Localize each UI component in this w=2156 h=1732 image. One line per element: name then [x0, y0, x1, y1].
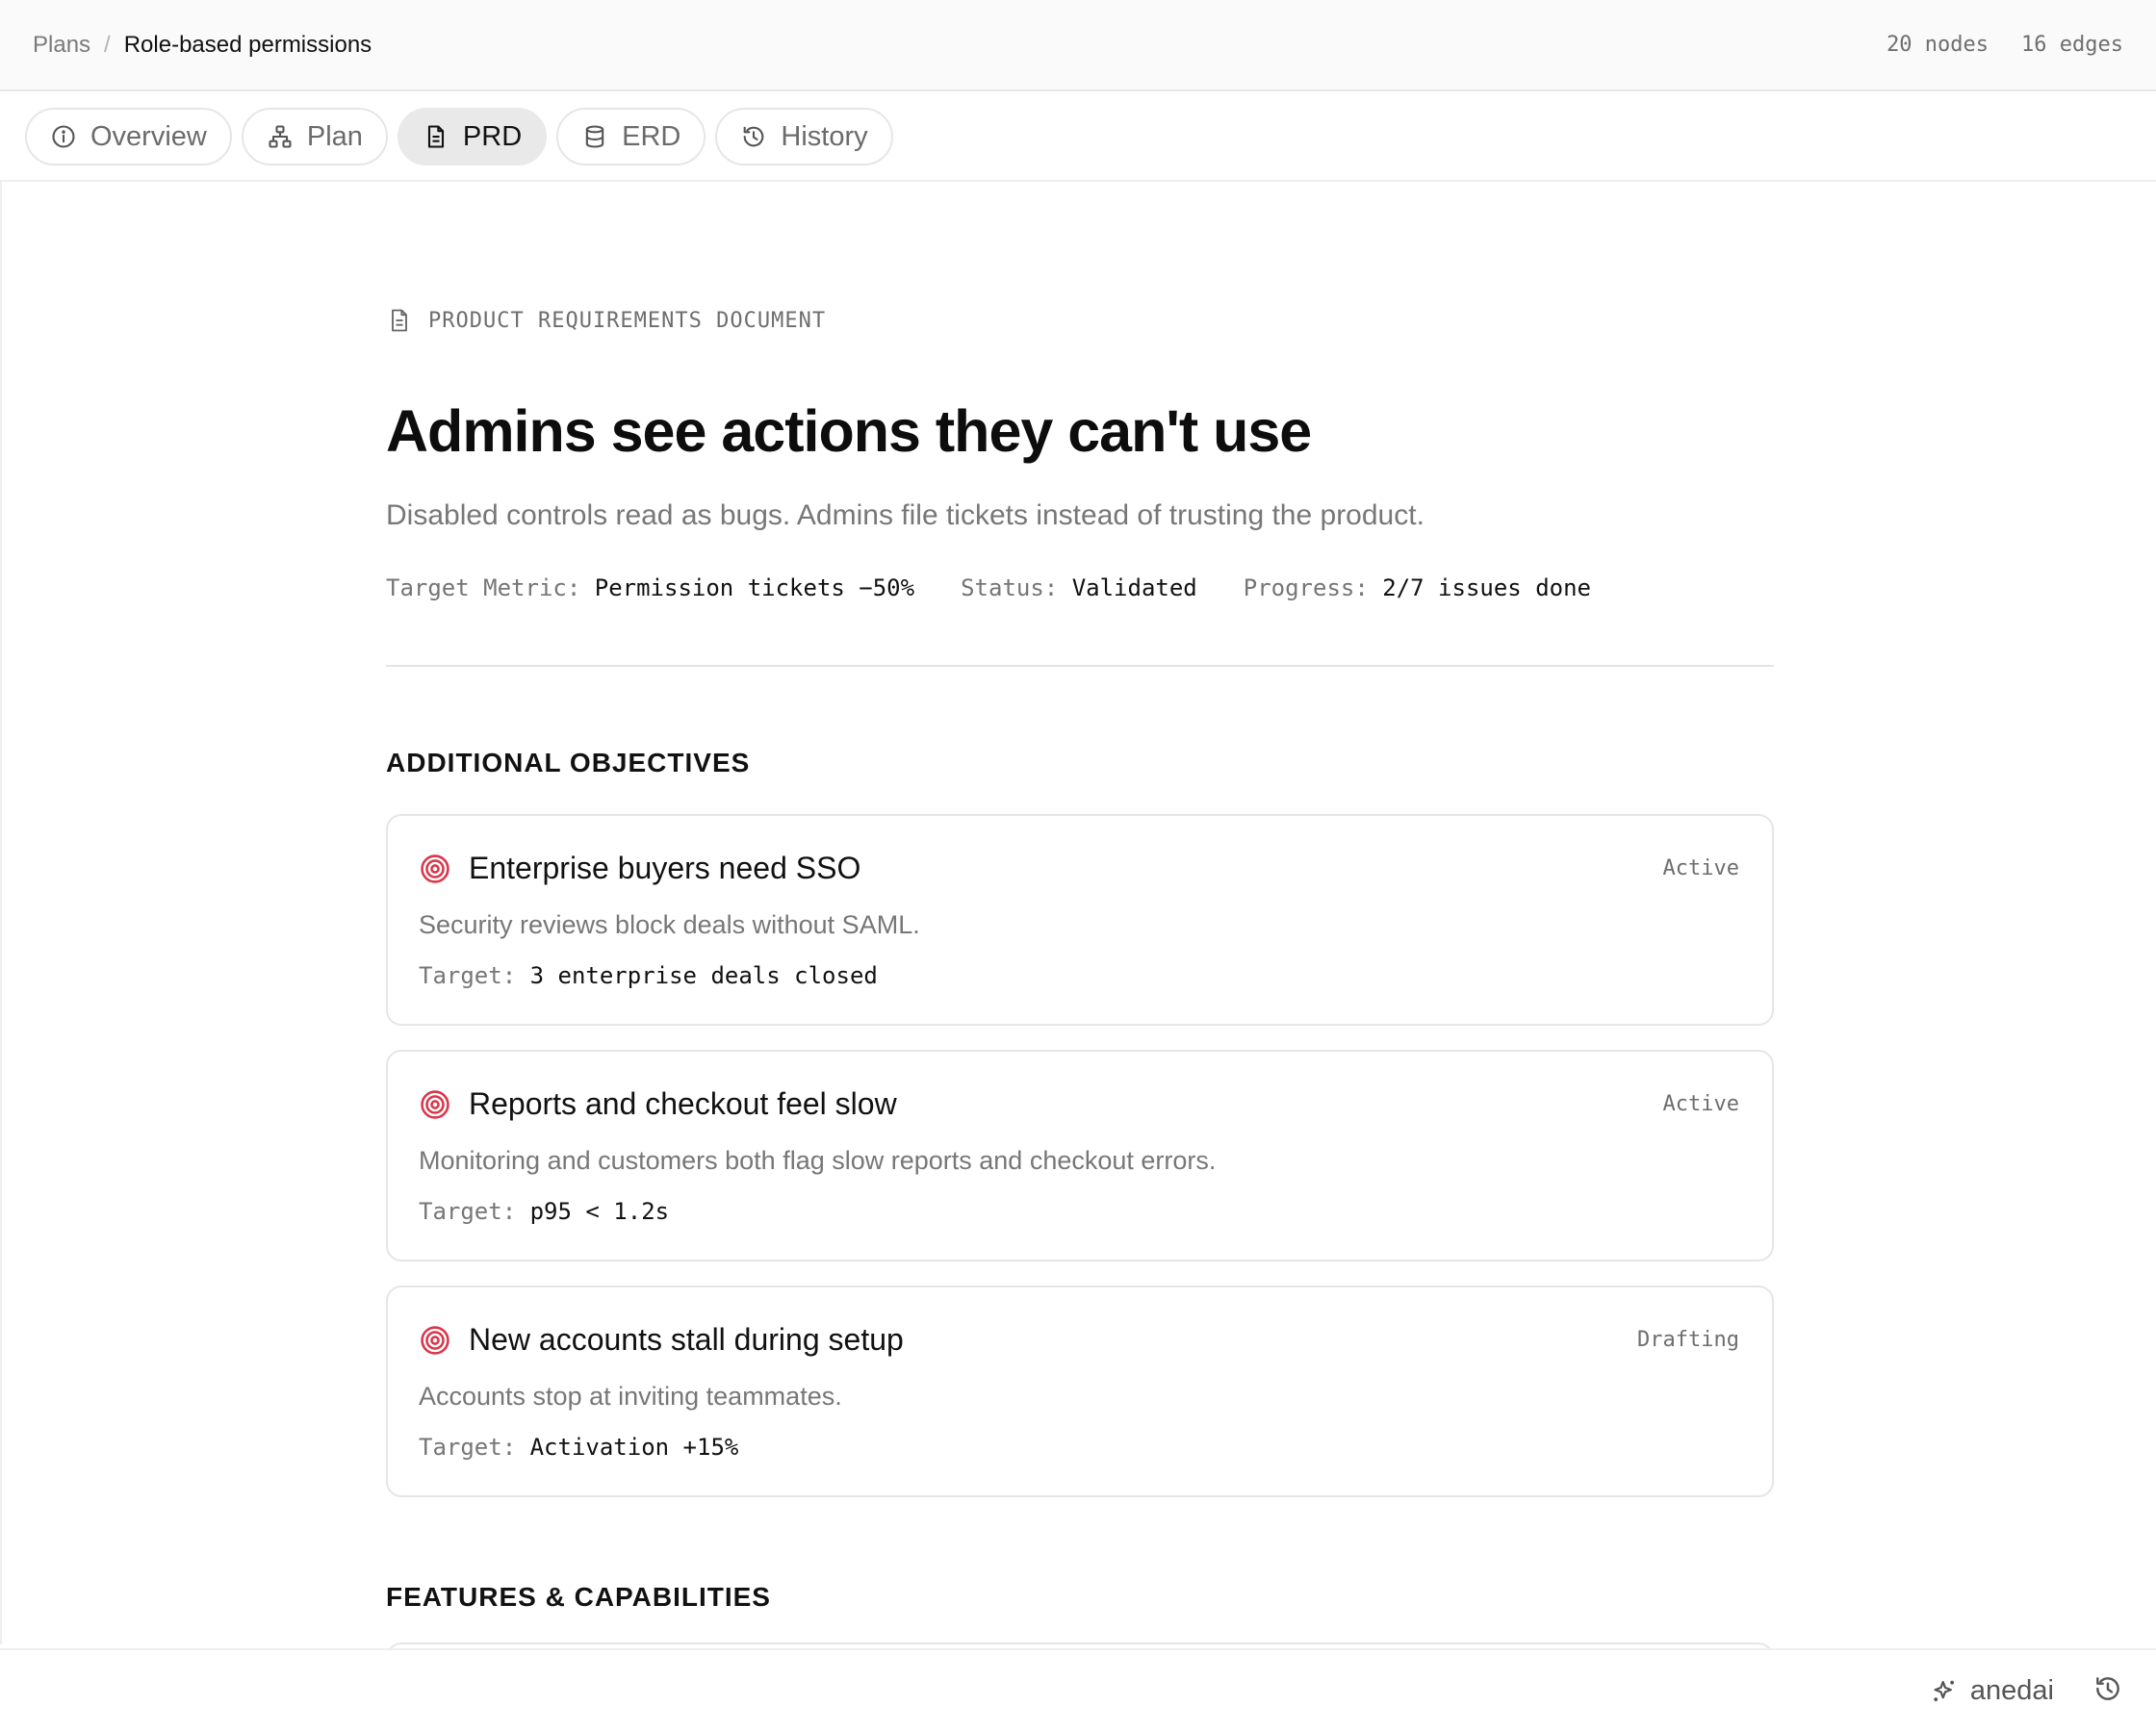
divider	[386, 665, 1774, 667]
document-icon	[427, 125, 444, 148]
tab-erd-label: ERD	[622, 120, 681, 152]
breadcrumb-plans-link[interactable]: Plans	[33, 32, 90, 59]
history-icon	[743, 126, 764, 147]
breadcrumb-current: Role-based permissions	[123, 31, 372, 58]
left-divider	[0, 182, 2, 1644]
tab-erd[interactable]: ERD	[556, 108, 706, 166]
meta-progress-label: Progress:	[1243, 574, 1369, 601]
meta-status-value: Validated	[1071, 574, 1197, 601]
objective-title: Enterprise buyers need SSO	[469, 851, 861, 885]
doc-meta: Target Metric: Permission tickets −50% S…	[386, 574, 1591, 601]
objective-card-head: Enterprise buyers need SSO	[419, 851, 860, 886]
tab-overview-label: Overview	[90, 120, 207, 152]
objective-card[interactable]: Enterprise buyers need SSO Active Securi…	[386, 814, 1774, 1026]
meta-progress-value: 2/7 issues done	[1382, 574, 1591, 601]
tab-overview[interactable]: Overview	[25, 108, 232, 166]
info-icon	[52, 125, 75, 148]
objective-target-value: Activation +15%	[529, 1434, 739, 1461]
breadcrumb-separator: /	[104, 31, 111, 58]
objective-card[interactable]: New accounts stall during setup Drafting…	[386, 1286, 1774, 1497]
doc-type-label: PRODUCT REQUIREMENTS DOCUMENT	[386, 307, 826, 334]
objectives-section-title: ADDITIONAL OBJECTIVES	[386, 748, 751, 777]
objective-status: Active	[1662, 1092, 1739, 1116]
objective-target-label: Target:	[419, 962, 517, 989]
history-icon	[2096, 1677, 2119, 1700]
bottom-bar: anedai	[0, 1648, 2156, 1732]
tab-history[interactable]: History	[715, 108, 893, 166]
objective-description: Security reviews block deals without SAM…	[419, 910, 920, 939]
objective-description: Accounts stop at inviting teammates.	[419, 1382, 842, 1411]
edge-count: 16 edges	[2021, 33, 2123, 57]
objective-target-label: Target:	[419, 1434, 517, 1461]
doc-type-text: PRODUCT REQUIREMENTS DOCUMENT	[428, 308, 827, 333]
tab-prd[interactable]: PRD	[397, 108, 548, 166]
objective-target: Target: Activation +15%	[419, 1434, 738, 1461]
objective-target-value: p95 < 1.2s	[529, 1198, 670, 1225]
meta-target-metric-label: Target Metric:	[386, 574, 581, 601]
graph-counts: 20 nodes 16 edges	[1886, 33, 2123, 57]
objective-target-value: 3 enterprise deals closed	[529, 962, 878, 989]
objective-card[interactable]: Reports and checkout feel slow Active Mo…	[386, 1050, 1774, 1261]
history-button[interactable]	[2092, 1673, 2123, 1709]
meta-target-metric-value: Permission tickets −50%	[594, 574, 915, 601]
page-title: Admins see actions they can't use	[386, 398, 1312, 464]
target-icon	[421, 1325, 449, 1355]
top-bar: Plans / Role-based permissions 20 nodes …	[0, 0, 2156, 91]
meta-status-label: Status:	[961, 574, 1059, 601]
objective-status: Active	[1662, 856, 1739, 880]
tab-bar: Overview Plan PRD ERD History	[0, 93, 2156, 182]
target-icon	[421, 1089, 449, 1119]
objective-card-head: New accounts stall during setup	[419, 1322, 904, 1358]
brand[interactable]: anedai	[1930, 1675, 2054, 1707]
objective-target: Target: p95 < 1.2s	[419, 1198, 669, 1225]
database-icon	[585, 125, 604, 148]
node-count: 20 nodes	[1886, 33, 1989, 57]
page-subtitle: Disabled controls read as bugs. Admins f…	[386, 499, 1424, 531]
features-section-title: FEATURES & CAPABILITIES	[386, 1582, 771, 1612]
document-icon	[392, 309, 407, 332]
tab-prd-label: PRD	[462, 120, 523, 152]
sparkle-icon	[1934, 1680, 1954, 1701]
objective-title: Reports and checkout feel slow	[469, 1086, 897, 1121]
hierarchy-icon	[269, 125, 292, 148]
objective-target-label: Target:	[419, 1198, 517, 1225]
objective-card-head: Reports and checkout feel slow	[419, 1086, 897, 1122]
objective-description: Monitoring and customers both flag slow …	[419, 1146, 1217, 1175]
target-icon	[421, 853, 449, 883]
meta-progress: Progress: 2/7 issues done	[1244, 574, 1591, 601]
meta-target-metric: Target Metric: Permission tickets −50%	[386, 574, 914, 601]
brand-name: anedai	[1969, 1675, 2054, 1706]
objective-title: New accounts stall during setup	[469, 1322, 904, 1357]
objective-status: Drafting	[1637, 1328, 1739, 1352]
meta-status: Status: Validated	[961, 574, 1197, 601]
tab-plan-label: Plan	[306, 120, 363, 152]
tab-history-label: History	[781, 120, 868, 152]
objective-target: Target: 3 enterprise deals closed	[419, 962, 878, 989]
breadcrumb: Plans / Role-based permissions	[33, 32, 372, 59]
tab-plan[interactable]: Plan	[241, 108, 388, 166]
